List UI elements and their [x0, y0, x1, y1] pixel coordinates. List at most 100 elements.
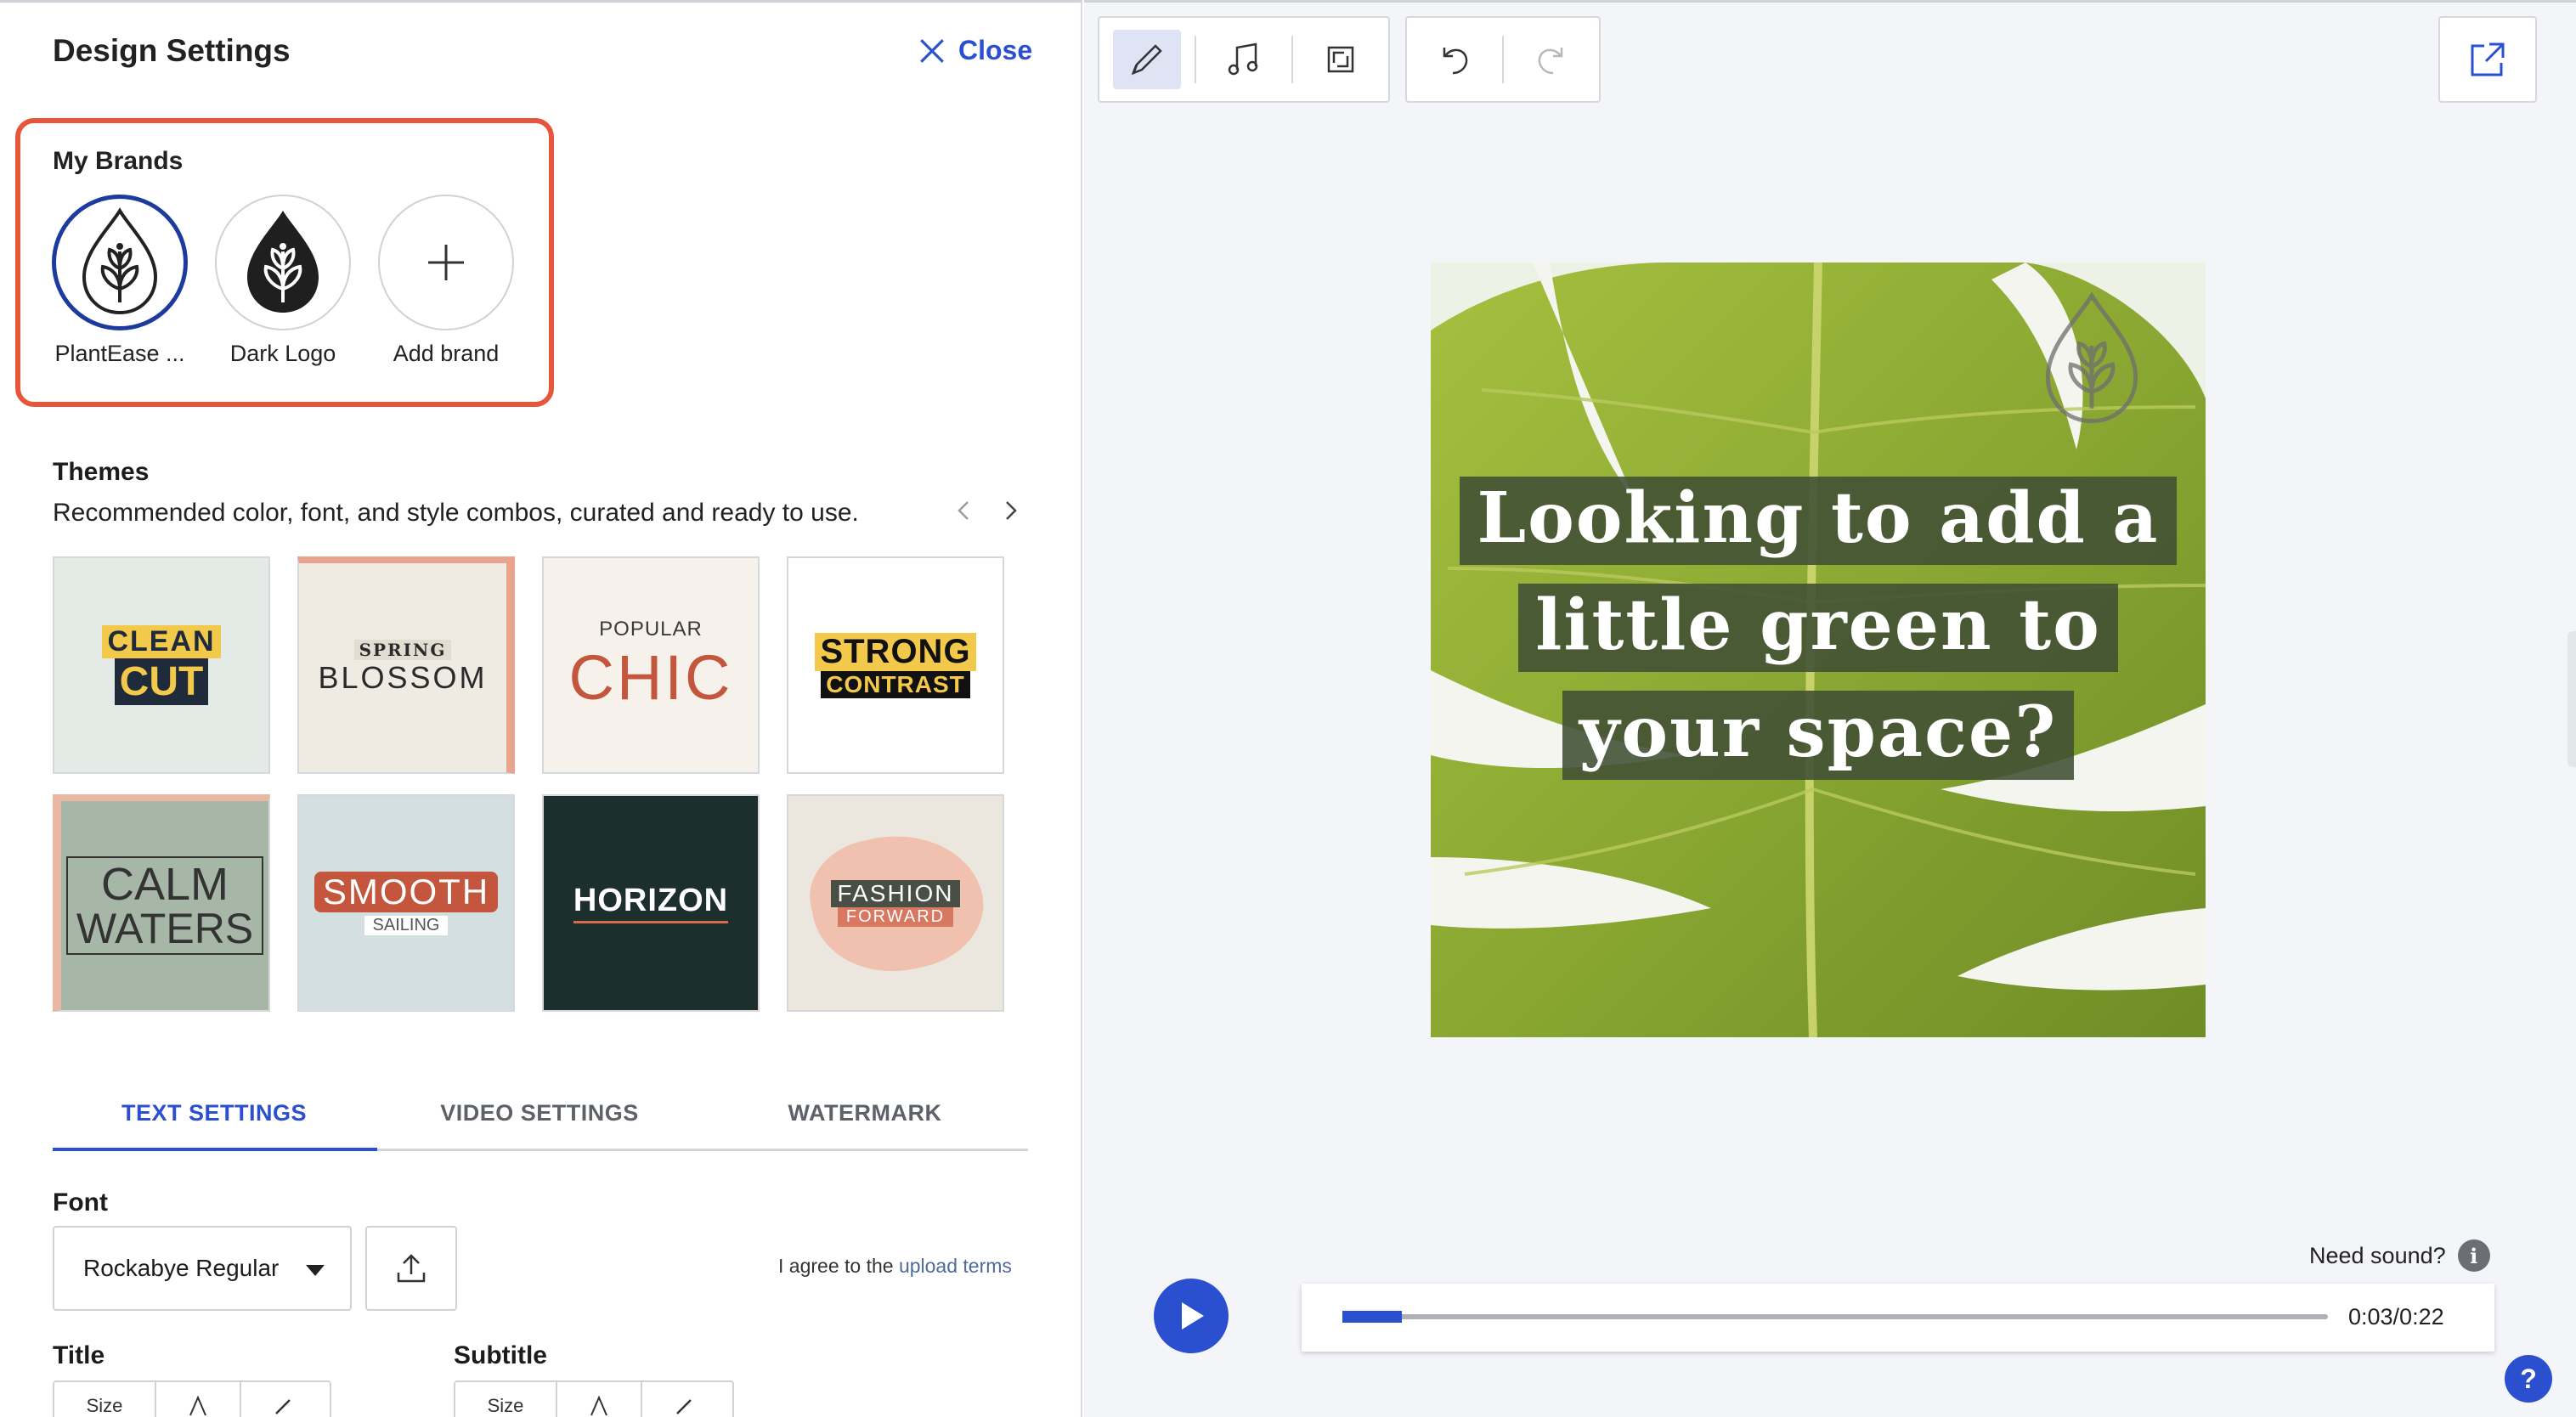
- subtitle-style-controls: Size: [454, 1380, 734, 1417]
- brand-plantease[interactable]: PlantEase ...: [49, 195, 190, 367]
- chevron-right-icon: [1006, 501, 1017, 520]
- themes-title: Themes: [53, 458, 150, 486]
- toolbar-separator: [1195, 36, 1196, 83]
- theme-card-horizon[interactable]: HORIZON: [542, 794, 760, 1012]
- title-font-color-control[interactable]: [156, 1382, 241, 1417]
- theme-card-smooth-sailing[interactable]: SMOOTH SAILING: [297, 794, 515, 1012]
- tab-text-settings[interactable]: TEXT SETTINGS: [53, 1100, 376, 1126]
- question-mark-icon: ?: [2520, 1363, 2537, 1394]
- subtitle-settings-label: Subtitle: [454, 1341, 547, 1369]
- title-settings-label: Title: [53, 1341, 105, 1369]
- pen-icon: [676, 1399, 692, 1414]
- upload-icon: [397, 1254, 426, 1283]
- agree-text: I agree to the: [778, 1255, 899, 1277]
- toolbar-separator: [1502, 36, 1504, 83]
- add-brand-button[interactable]: Add brand: [376, 195, 517, 367]
- size-label: Size: [487, 1395, 524, 1416]
- caption-line: your space?: [1562, 691, 2075, 780]
- close-label: Close: [958, 35, 1033, 65]
- tab-watermark[interactable]: WATERMARK: [703, 1100, 1026, 1126]
- theme-text: CLEAN: [102, 625, 221, 658]
- size-label: Size: [86, 1395, 123, 1416]
- upload-terms-text: I agree to the upload terms: [778, 1255, 1012, 1278]
- subtitle-size-control[interactable]: Size: [455, 1382, 557, 1417]
- brand-label: Add brand: [393, 341, 500, 366]
- caret-down-icon: [306, 1265, 325, 1276]
- theme-text: CHIC: [568, 641, 733, 713]
- theme-text: CONTRAST: [821, 670, 970, 698]
- theme-text: FORWARD: [837, 906, 954, 927]
- theme-text: STRONG: [815, 632, 976, 671]
- subtitle-highlight-control[interactable]: [642, 1382, 727, 1417]
- brand-label: PlantEase ...: [54, 341, 185, 366]
- theme-card-popular-chic[interactable]: POPULAR CHIC: [542, 556, 760, 774]
- resize-icon: [1327, 46, 1354, 73]
- chevron-left-icon: [958, 501, 969, 520]
- font-label: Font: [53, 1188, 108, 1217]
- title-size-control[interactable]: Size: [54, 1382, 156, 1417]
- theme-card-fashion-forward[interactable]: FASHION FORWARD: [787, 794, 1004, 1012]
- need-sound-label: Need sound?: [2309, 1242, 2446, 1268]
- undo-icon: [1443, 48, 1468, 75]
- redo-button[interactable]: [1517, 30, 1585, 89]
- theme-text: POPULAR: [599, 617, 703, 641]
- resize-tool-button[interactable]: [1307, 30, 1375, 89]
- undo-button[interactable]: [1421, 30, 1489, 89]
- theme-card-strong-contrast[interactable]: STRONG CONTRAST: [787, 556, 1004, 774]
- theme-text: HORIZON: [573, 883, 729, 923]
- close-icon: [920, 38, 944, 63]
- music-note-icon: [1228, 42, 1258, 76]
- theme-text: SAILING: [364, 915, 449, 935]
- toolbar-separator: [1291, 36, 1293, 83]
- history-toolbar: [1405, 16, 1601, 103]
- upload-font-button[interactable]: [365, 1226, 457, 1311]
- info-icon[interactable]: i: [2457, 1239, 2490, 1272]
- themes-next-button[interactable]: [996, 495, 1026, 526]
- brands-title: My Brands: [53, 147, 184, 175]
- upload-terms-link[interactable]: upload terms: [899, 1255, 1012, 1277]
- side-panel-handle[interactable]: [2568, 631, 2576, 767]
- plant-drop-dark-logo-icon: [247, 211, 319, 313]
- play-button[interactable]: [1154, 1279, 1229, 1353]
- themes-description: Recommended color, font, and style combo…: [53, 499, 859, 527]
- redo-icon: [1538, 48, 1563, 75]
- font-select[interactable]: Rockabye Regular: [53, 1226, 352, 1311]
- playback-track[interactable]: [1342, 1311, 2328, 1323]
- theme-card-clean-cut[interactable]: CLEAN CUT: [53, 556, 270, 774]
- editor-toolbar: [1098, 16, 1390, 103]
- plant-drop-logo-icon: [82, 207, 158, 315]
- tab-video-settings[interactable]: VIDEO SETTINGS: [378, 1100, 701, 1126]
- caption-line: little green to: [1518, 584, 2118, 673]
- theme-text: WATERS: [76, 905, 254, 952]
- help-button[interactable]: ?: [2505, 1355, 2552, 1403]
- brush-icon: [1131, 44, 1162, 76]
- open-external-button[interactable]: [2438, 16, 2537, 103]
- subtitle-font-color-control[interactable]: [557, 1382, 642, 1417]
- theme-text: BLOSSOM: [318, 660, 488, 695]
- brand-label: Dark Logo: [229, 341, 336, 366]
- play-icon: [1182, 1302, 1204, 1329]
- brand-watermark-logo-icon: [2045, 291, 2138, 424]
- themes-prev-button[interactable]: [948, 495, 979, 526]
- plus-icon: [428, 245, 464, 280]
- theme-text: SPRING: [353, 640, 452, 660]
- theme-text: FASHION: [830, 879, 961, 907]
- playback-time: 0:03/0:22: [2348, 1304, 2444, 1329]
- close-button[interactable]: Close: [918, 35, 1032, 66]
- caption-line: Looking to add a: [1460, 477, 2177, 566]
- video-preview[interactable]: Looking to add a little green to your sp…: [1431, 263, 2206, 1037]
- theme-text: SMOOTH: [314, 871, 499, 912]
- theme-frame: CALM WATERS: [65, 856, 264, 955]
- theme-card-calm-waters[interactable]: CALM WATERS: [53, 794, 270, 1012]
- font-select-value: Rockabye Regular: [83, 1255, 280, 1281]
- playback-bar: 0:03/0:22: [1302, 1284, 2494, 1352]
- design-settings-panel: Design Settings Close My Brands PlantEas…: [0, 0, 1082, 1417]
- design-tool-button[interactable]: [1113, 30, 1181, 89]
- editor-canvas-area: Looking to add a little green to your sp…: [1084, 0, 2576, 1417]
- brand-dark-logo[interactable]: Dark Logo: [212, 195, 353, 367]
- music-tool-button[interactable]: [1210, 30, 1278, 89]
- text-color-icon: [189, 1395, 206, 1416]
- preview-caption: Looking to add a little green to your sp…: [1431, 477, 2206, 780]
- title-highlight-control[interactable]: [241, 1382, 326, 1417]
- theme-card-spring-blossom[interactable]: SPRING BLOSSOM: [297, 556, 515, 774]
